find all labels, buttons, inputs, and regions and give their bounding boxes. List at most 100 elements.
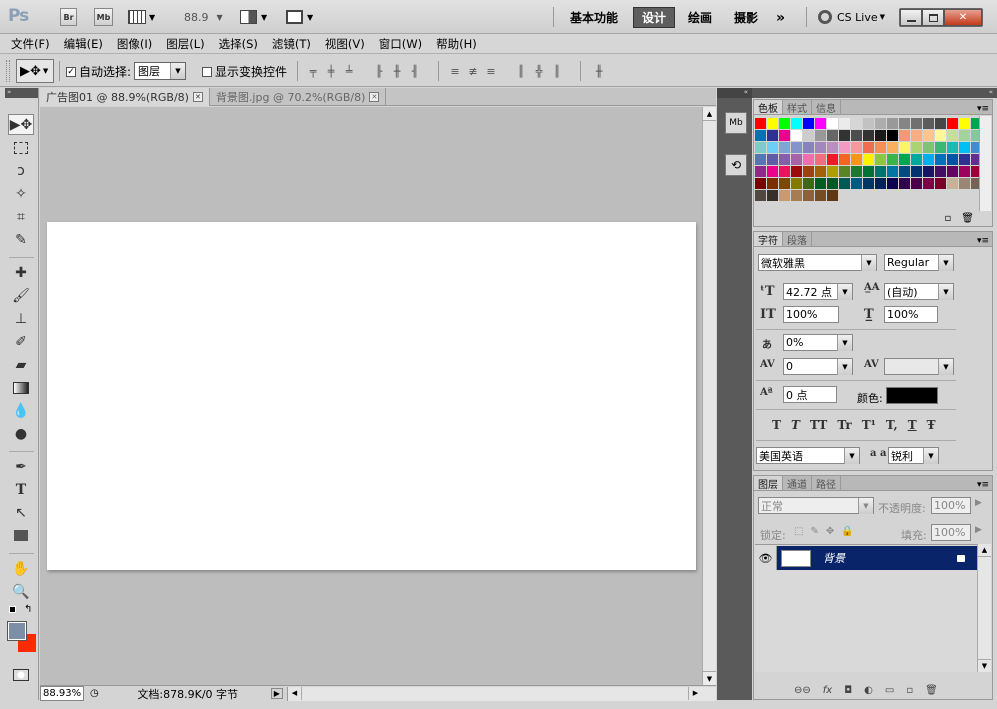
color-swatch[interactable] [815,130,826,141]
auto-align-layers-icon[interactable]: ╫ [592,64,606,78]
color-swatch[interactable] [851,178,862,189]
distribute-vcenter-icon[interactable]: ≢ [466,64,480,78]
color-swatch[interactable] [815,142,826,153]
scroll-right-icon[interactable]: ▶ [688,686,702,700]
vertical-scrollbar[interactable]: ▲ ▼ [702,107,716,685]
menu-file[interactable]: 文件(F) [4,34,57,54]
color-swatch[interactable] [755,178,766,189]
color-swatch[interactable] [923,178,934,189]
workspace-essentials[interactable]: 基本功能 [562,7,626,28]
baseline-shift-field[interactable]: 0 点 [783,386,837,403]
workspace-design[interactable]: 设计 [633,7,676,28]
dodge-tool-icon[interactable]: ● [8,423,34,444]
scroll-down-icon[interactable]: ▼ [978,659,991,672]
color-swatch[interactable] [791,142,802,153]
align-right-icon[interactable]: ╢ [408,64,422,78]
color-swatch[interactable] [887,154,898,165]
color-swatch[interactable] [863,142,874,153]
color-swatch[interactable] [815,178,826,189]
color-swatch[interactable] [935,178,946,189]
arrange-documents-dropdown[interactable]: ▼ [240,8,267,26]
color-swatch[interactable] [791,154,802,165]
color-swatch[interactable] [767,142,778,153]
minimize-button[interactable] [900,9,922,26]
color-swatch[interactable] [767,190,778,201]
color-swatch[interactable] [947,130,958,141]
tsume-field[interactable]: 0% ▼ [783,334,853,351]
color-swatch[interactable] [803,130,814,141]
screen-mode-dropdown[interactable]: ▼ [286,8,313,26]
color-swatch[interactable] [887,142,898,153]
opacity-arrow-icon[interactable]: ▶ [975,498,982,508]
color-swatch[interactable] [947,166,958,177]
distribute-top-icon[interactable]: ≡ [448,64,462,78]
zoom-level-dropdown[interactable]: 88.9 ▼ [184,8,223,26]
color-swatch[interactable] [755,166,766,177]
color-swatch[interactable] [779,118,790,129]
color-swatch[interactable] [923,154,934,165]
color-swatch[interactable] [899,118,910,129]
eraser-tool-icon[interactable]: ▰ [8,354,34,375]
color-swatch[interactable] [755,118,766,129]
zoom-percentage-field[interactable]: 88.93% [40,686,84,701]
color-swatch[interactable] [875,130,886,141]
vertical-scale-field[interactable]: 100% [783,306,839,323]
color-swatch[interactable] [851,154,862,165]
tab-swatches[interactable]: 色板 [754,100,783,115]
color-swatch[interactable] [887,118,898,129]
color-swatch[interactable] [755,142,766,153]
eye-icon[interactable]: 👁 [755,546,777,570]
distribute-bottom-icon[interactable]: ≡ [484,64,498,78]
show-transform-controls-checkbox[interactable]: 显示变换控件 [202,63,287,80]
color-swatch[interactable] [827,154,838,165]
faux-italic-icon[interactable]: T [791,418,800,432]
adjustment-layer-icon[interactable]: ◐ [864,685,873,696]
color-swatch[interactable] [959,130,970,141]
clone-stamp-tool-icon[interactable]: ⊥ [8,308,34,329]
layer-selected-row[interactable]: 背景 [777,546,977,570]
tab-info[interactable]: 信息 [812,100,841,115]
menu-edit[interactable]: 编辑(E) [57,34,110,54]
rectangle-tool-icon[interactable] [8,525,34,546]
history-icon[interactable]: ⟲ [725,154,747,176]
color-swatch[interactable] [911,178,922,189]
layer-style-icon[interactable]: fx [823,685,832,696]
font-style-dropdown[interactable]: Regular ▼ [884,254,954,271]
collapse-dock-icon[interactable]: « [717,88,752,98]
color-swatch[interactable] [959,178,970,189]
auto-select-checkbox[interactable]: ✓ 自动选择: [66,63,131,80]
new-layer-icon[interactable]: ▫ [906,685,913,696]
color-swatch[interactable] [755,190,766,201]
color-swatch[interactable] [839,142,850,153]
tab-character[interactable]: 字符 [754,232,783,247]
faux-bold-icon[interactable]: T [772,418,781,432]
marquee-tool-icon[interactable] [8,137,34,158]
hand-tool-icon[interactable]: ✋ [8,558,34,579]
color-swatch[interactable] [863,118,874,129]
strikethrough-icon[interactable]: Ŧ [927,418,936,432]
color-swatch[interactable] [935,142,946,153]
mini-bridge-icon[interactable]: Mb [725,112,747,134]
color-swatch[interactable] [851,166,862,177]
horizontal-scale-field[interactable]: 100% [884,306,938,323]
fill-field[interactable]: 100% [931,524,971,541]
align-horizontal-center-icon[interactable]: ╫ [390,64,404,78]
menu-window[interactable]: 窗口(W) [372,34,429,54]
font-family-dropdown[interactable]: 微软雅黑 ▼ [758,254,877,271]
zoom-tool-icon[interactable]: 🔍 [8,581,34,602]
color-swatch[interactable] [911,154,922,165]
color-swatch[interactable] [803,166,814,177]
tracking-field[interactable]: ▼ [884,358,954,375]
color-swatch[interactable] [755,154,766,165]
scroll-left-icon[interactable]: ◀ [288,686,302,700]
color-swatch[interactable] [827,166,838,177]
close-button[interactable]: ✕ [944,9,982,26]
color-swatch[interactable] [875,166,886,177]
cs-live-button[interactable]: CS Live ▼ [818,9,885,25]
color-swatch[interactable] [863,154,874,165]
color-swatch[interactable] [803,178,814,189]
color-swatch[interactable] [863,130,874,141]
color-swatch[interactable] [791,178,802,189]
tab-styles[interactable]: 样式 [783,100,812,115]
subscript-icon[interactable]: T, [886,418,898,432]
